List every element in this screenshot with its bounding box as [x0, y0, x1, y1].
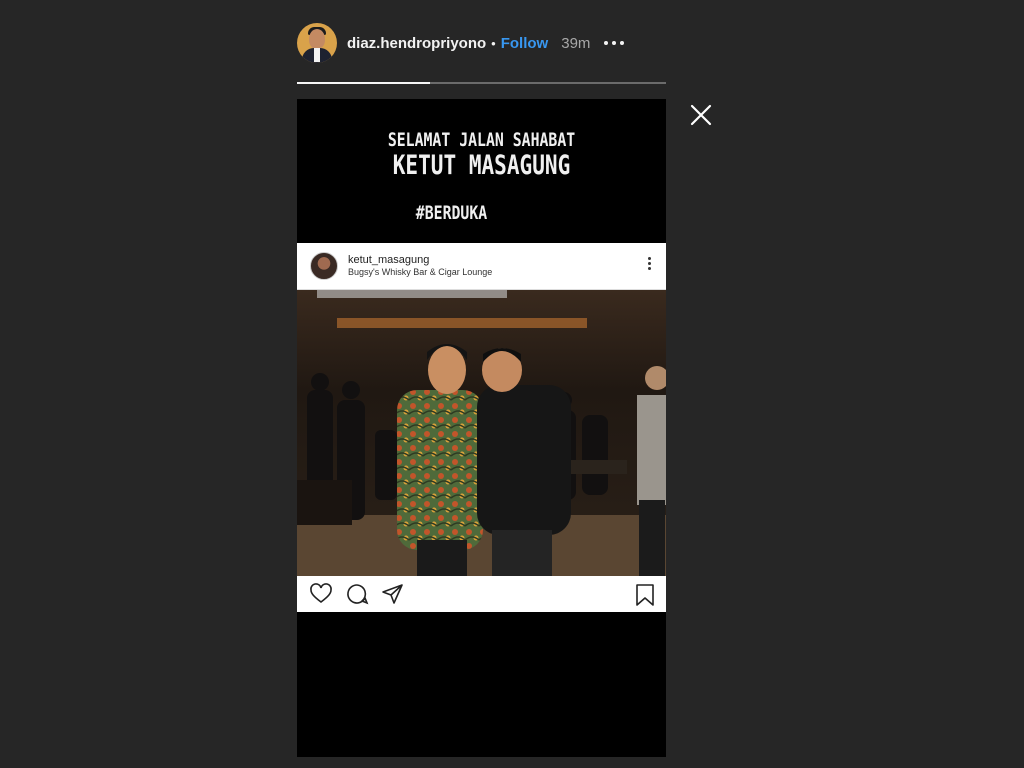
separator-dot: • — [491, 35, 496, 51]
post-photo-image — [297, 290, 666, 576]
story-headline-line1: SELAMAT JALAN SAHABAT — [387, 129, 576, 151]
post-location[interactable]: Bugsy's Whisky Bar & Cigar Lounge — [348, 266, 492, 278]
post-actions-bar — [297, 576, 666, 612]
story-header: diaz.hendropriyono • Follow 39m — [297, 22, 667, 64]
story-progress-bar — [297, 82, 666, 84]
story-frame[interactable]: SELAMAT JALAN SAHABAT KETUT MASAGUNG #BE… — [297, 99, 666, 757]
post-avatar[interactable] — [310, 252, 338, 280]
close-icon[interactable] — [688, 102, 714, 128]
profile-avatar[interactable] — [297, 23, 337, 63]
story-timestamp: 39m — [561, 34, 591, 52]
send-icon[interactable] — [381, 582, 405, 606]
follow-button[interactable]: Follow — [501, 35, 549, 52]
post-menu-icon[interactable] — [648, 257, 651, 270]
comment-icon[interactable] — [345, 582, 369, 606]
more-options-icon[interactable] — [604, 41, 625, 45]
bookmark-icon[interactable] — [634, 583, 656, 607]
story-username[interactable]: diaz.hendropriyono — [347, 35, 486, 52]
post-photo — [297, 290, 666, 576]
story-headline-line2: KETUT MASAGUNG — [392, 150, 571, 181]
post-header: ketut_masagung Bugsy's Whisky Bar & Ciga… — [297, 243, 666, 290]
post-username[interactable]: ketut_masagung — [348, 254, 492, 266]
shared-post-card[interactable]: ketut_masagung Bugsy's Whisky Bar & Ciga… — [297, 243, 666, 612]
heart-icon[interactable] — [309, 582, 333, 606]
story-progress-fill — [297, 82, 430, 84]
story-hashtag: #BERDUKA — [415, 202, 488, 224]
